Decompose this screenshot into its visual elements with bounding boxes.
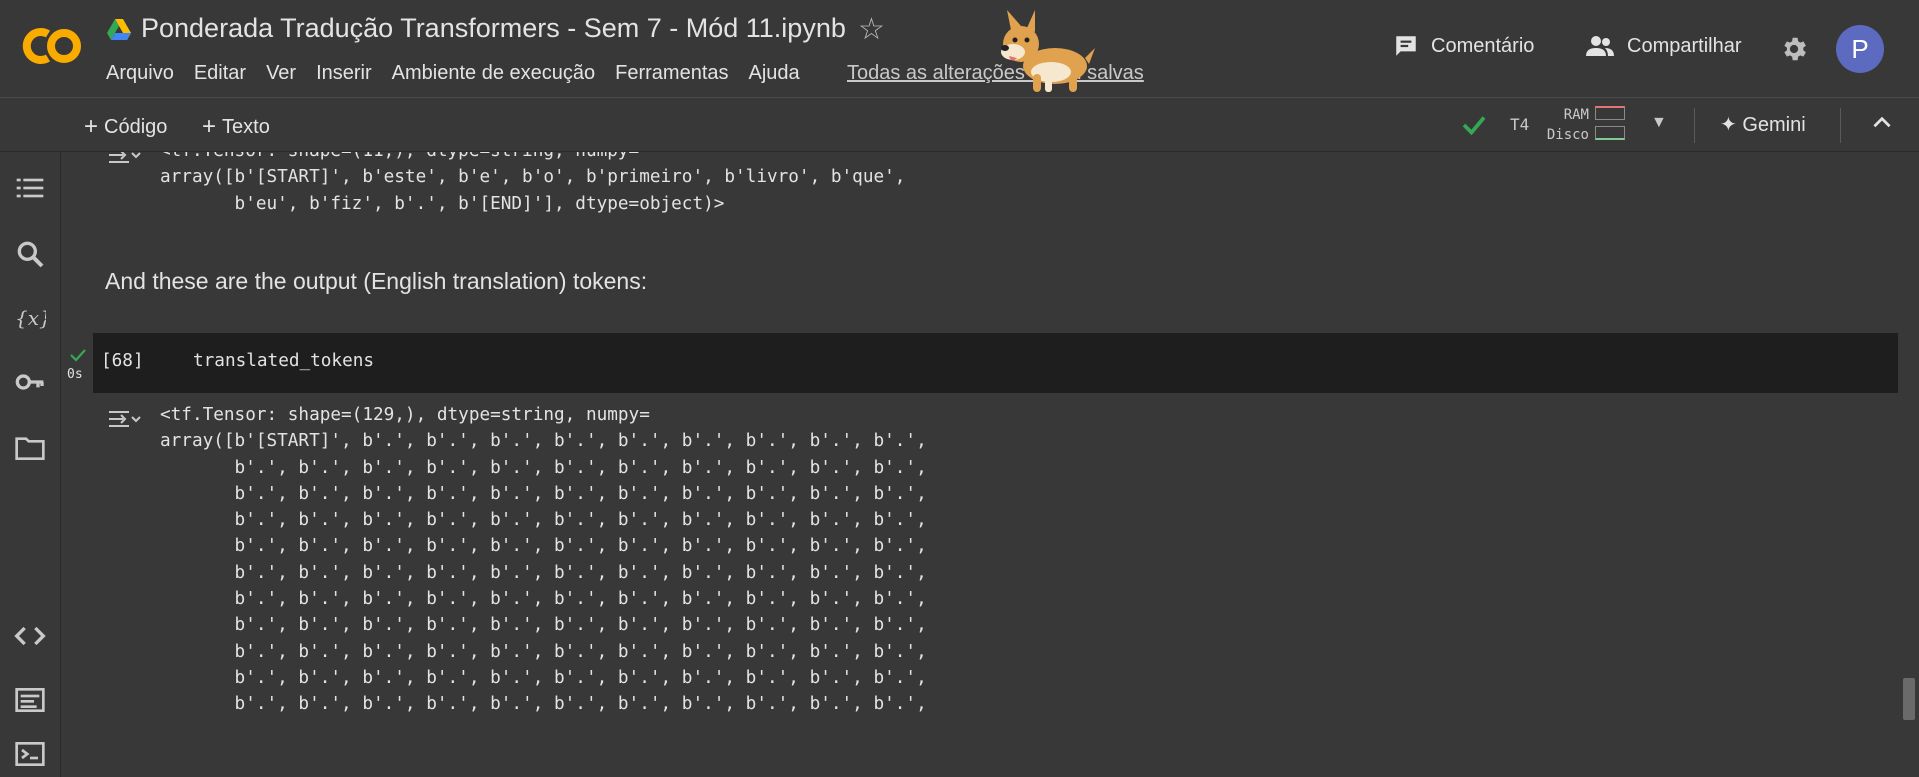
sparkle-icon: ✦	[1720, 114, 1737, 136]
menu-runtime[interactable]: Ambiente de execução	[382, 60, 605, 86]
google-drive-icon[interactable]	[107, 19, 131, 41]
left-sidebar: {x}	[0, 152, 61, 777]
notebook-toolbar: + Código + Texto T4 RAM Disco ▼ ✦ Gemini	[0, 97, 1919, 152]
comment-label: Comentário	[1431, 34, 1535, 57]
markdown-text-cell[interactable]: And these are the output (English transl…	[105, 268, 647, 295]
code-snippets-icon[interactable]	[14, 620, 46, 652]
chevron-up-icon[interactable]	[1869, 110, 1895, 136]
connected-check-icon[interactable]	[1459, 110, 1489, 140]
output-line: <tf.Tensor: shape=(129,), dtype=string, …	[160, 405, 650, 425]
scrollbar-thumb[interactable]	[1903, 678, 1915, 720]
cell-output: <tf.Tensor: shape=(129,), dtype=string, …	[160, 402, 927, 718]
notebook-content[interactable]: <tf.Tensor: shape=(11,), dtype=string, n…	[61, 152, 1919, 777]
corgi-mascot-icon	[1001, 10, 1095, 92]
add-code-label: Código	[104, 116, 168, 138]
plus-icon: +	[84, 113, 99, 140]
code-cell[interactable]: [68] translated_tokens	[93, 333, 1898, 393]
output-line: b'.', b'.', b'.', b'.', b'.', b'.', b'.'…	[160, 483, 927, 504]
menu-file[interactable]: Arquivo	[106, 60, 184, 86]
menu-tools[interactable]: Ferramentas	[605, 60, 738, 86]
add-text-cell-button[interactable]: + Texto	[202, 112, 270, 140]
cell-output-previous: <tf.Tensor: shape=(11,), dtype=string, n…	[160, 152, 905, 217]
output-line: b'.', b'.', b'.', b'.', b'.', b'.', b'.'…	[160, 510, 927, 531]
output-line: b'.', b'.', b'.', b'.', b'.', b'.', b'.'…	[160, 562, 927, 583]
add-code-cell-button[interactable]: + Código	[84, 112, 167, 140]
gemini-button[interactable]: ✦ Gemini	[1720, 112, 1806, 137]
output-line: b'eu', b'fiz', b'.', b'[END]'], dtype=ob…	[160, 193, 725, 214]
command-palette-icon[interactable]	[14, 684, 46, 716]
chevron-down-icon[interactable]: ▼	[1651, 114, 1667, 132]
execution-count[interactable]: [68]	[101, 351, 144, 371]
toc-icon[interactable]	[14, 172, 46, 204]
svg-text:{x}: {x}	[15, 306, 46, 330]
runtime-type-label[interactable]: T4	[1510, 115, 1529, 134]
add-text-label: Texto	[222, 116, 270, 138]
terminal-icon[interactable]	[14, 738, 46, 770]
plus-icon: +	[202, 113, 217, 140]
resource-labels[interactable]: RAM Disco	[1543, 105, 1589, 145]
toolbar-divider	[1840, 108, 1841, 143]
output-line: <tf.Tensor: shape=(11,), dtype=string, n…	[160, 152, 639, 161]
folder-icon[interactable]	[14, 432, 46, 464]
ram-usage-bar[interactable]	[1595, 106, 1625, 120]
code-editor[interactable]: translated_tokens	[193, 351, 374, 371]
output-line: b'.', b'.', b'.', b'.', b'.', b'.', b'.'…	[160, 536, 927, 557]
disk-label: Disco	[1546, 127, 1589, 143]
header: Ponderada Tradução Transformers - Sem 7 …	[0, 0, 1919, 97]
output-actions-icon[interactable]	[107, 152, 141, 168]
menu-bar: Arquivo Editar Ver Inserir Ambiente de e…	[106, 60, 810, 86]
cell-success-check-icon	[70, 349, 86, 362]
star-icon[interactable]: ☆	[858, 14, 885, 46]
share-label: Compartilhar	[1627, 34, 1742, 57]
comment-icon	[1396, 36, 1416, 56]
user-avatar[interactable]: P	[1836, 25, 1884, 73]
toolbar-divider	[1694, 108, 1695, 143]
gear-icon[interactable]	[1779, 34, 1809, 64]
key-icon[interactable]	[14, 366, 46, 398]
output-actions-icon[interactable]	[107, 406, 141, 432]
output-line: b'.', b'.', b'.', b'.', b'.', b'.', b'.'…	[160, 457, 927, 478]
ram-label: RAM	[1563, 107, 1589, 123]
menu-edit[interactable]: Editar	[184, 60, 256, 86]
output-line: array([b'[START]', b'este', b'e', b'o', …	[160, 167, 906, 188]
gemini-label: Gemini	[1742, 114, 1806, 136]
output-line: b'.', b'.', b'.', b'.', b'.', b'.', b'.'…	[160, 667, 927, 688]
search-icon[interactable]	[14, 238, 46, 270]
menu-view[interactable]: Ver	[256, 60, 306, 86]
comment-button[interactable]: Comentário	[1393, 33, 1534, 59]
disk-usage-bar[interactable]	[1595, 126, 1625, 140]
output-line: b'.', b'.', b'.', b'.', b'.', b'.', b'.'…	[160, 589, 927, 610]
colab-logo[interactable]	[20, 24, 86, 68]
notebook-title[interactable]: Ponderada Tradução Transformers - Sem 7 …	[141, 13, 846, 44]
output-line: b'.', b'.', b'.', b'.', b'.', b'.', b'.'…	[160, 694, 927, 715]
share-button[interactable]: Compartilhar	[1585, 33, 1741, 59]
variables-icon[interactable]: {x}	[14, 302, 46, 334]
output-line: b'.', b'.', b'.', b'.', b'.', b'.', b'.'…	[160, 641, 927, 662]
menu-help[interactable]: Ajuda	[739, 60, 810, 86]
output-line: array([b'[START]', b'.', b'.', b'.', b'.…	[160, 431, 927, 452]
cell-exec-time: 0s	[67, 367, 83, 382]
people-icon	[1586, 36, 1614, 56]
output-line: b'.', b'.', b'.', b'.', b'.', b'.', b'.'…	[160, 615, 927, 636]
menu-insert[interactable]: Inserir	[306, 60, 382, 86]
